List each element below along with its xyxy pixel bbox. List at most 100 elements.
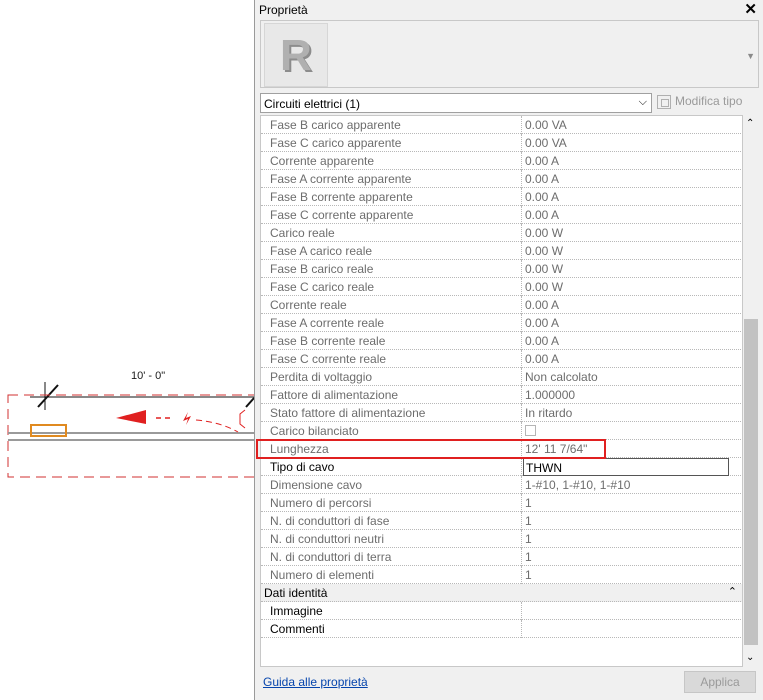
- property-value: 0.00 VA: [525, 136, 567, 150]
- property-name: N. di conduttori neutri: [270, 532, 385, 546]
- chevron-down-icon: ⌵: [638, 96, 647, 108]
- property-name: N. di conduttori di fase: [270, 514, 390, 528]
- property-name: Numero di percorsi: [270, 496, 372, 510]
- svg-text:R: R: [280, 31, 312, 80]
- property-row[interactable]: Immagine: [261, 602, 742, 620]
- property-row[interactable]: Fase A corrente reale 0.00 A: [261, 314, 742, 332]
- property-row[interactable]: Carico bilanciato: [261, 422, 742, 440]
- property-row[interactable]: N. di conduttori di fase 1: [261, 512, 742, 530]
- property-name: Fase B carico apparente: [270, 118, 401, 132]
- close-icon[interactable]: ✕: [744, 0, 757, 18]
- property-row[interactable]: Dimensione cavo 1-#10, 1-#10, 1-#10: [261, 476, 742, 494]
- property-row[interactable]: Fase B carico apparente 0.00 VA: [261, 116, 742, 134]
- category-select[interactable]: Circuiti elettrici (1) ⌵: [260, 93, 652, 113]
- property-value: 1: [525, 550, 532, 564]
- property-name: Fase C corrente apparente: [270, 208, 414, 222]
- property-value: 0.00 A: [525, 190, 560, 204]
- section-title: Dati identità: [264, 586, 328, 600]
- property-name: Fase B corrente apparente: [270, 190, 413, 204]
- properties-grid: Fase B carico apparente 0.00 VA Fase C ca…: [260, 115, 743, 667]
- property-row[interactable]: Fase A carico reale 0.00 W: [261, 242, 742, 260]
- property-name: Corrente reale: [270, 298, 347, 312]
- property-name: Fase B corrente reale: [270, 334, 386, 348]
- property-value: 0.00 A: [525, 172, 560, 186]
- wire-type-field[interactable]: THWN: [523, 458, 729, 476]
- property-row[interactable]: N. di conduttori di terra 1: [261, 548, 742, 566]
- property-value: 0.00 A: [525, 316, 560, 330]
- property-row[interactable]: Numero di elementi 1: [261, 566, 742, 584]
- property-name: Fase B carico reale: [270, 262, 374, 276]
- property-name: Numero di elementi: [270, 568, 375, 582]
- property-value: 1: [525, 514, 532, 528]
- balanced-load-checkbox[interactable]: [525, 425, 536, 436]
- scroll-down-icon[interactable]: ⌄: [746, 652, 754, 663]
- property-row[interactable]: Fase C carico reale 0.00 W: [261, 278, 742, 296]
- property-value: In ritardo: [525, 406, 573, 420]
- property-value: 0.00 W: [525, 244, 564, 258]
- edit-type-label: Modifica tipo: [675, 94, 743, 108]
- property-name: Immagine: [270, 604, 323, 618]
- property-value: 0.00 A: [525, 154, 560, 168]
- property-value: Non calcolato: [525, 370, 598, 384]
- property-row[interactable]: Perdita di voltaggio Non calcolato: [261, 368, 742, 386]
- property-row[interactable]: Fattore di alimentazione 1.000000: [261, 386, 742, 404]
- type-dropdown-icon[interactable]: ▼: [746, 51, 755, 61]
- property-name: Tipo di cavo: [270, 460, 335, 474]
- property-row[interactable]: Fase C corrente apparente 0.00 A: [261, 206, 742, 224]
- collapse-icon[interactable]: ⌃: [728, 585, 737, 598]
- property-name: Fase C carico apparente: [270, 136, 402, 150]
- properties-help-link[interactable]: Guida alle proprietà: [263, 675, 368, 689]
- properties-panel: Proprietà ✕ R R ▼ Circuiti elettrici (1)…: [254, 0, 763, 700]
- property-value: 12' 11 7/64": [525, 442, 588, 456]
- property-value: 0.00 A: [525, 208, 560, 222]
- lightning-icon: [183, 412, 191, 425]
- property-row[interactable]: Fase B corrente reale 0.00 A: [261, 332, 742, 350]
- property-value: 0.00 W: [525, 226, 564, 240]
- property-value: 0.00 A: [525, 334, 560, 348]
- apply-button[interactable]: Applica: [684, 671, 756, 693]
- property-value: 1: [525, 496, 532, 510]
- property-value: 0.00 VA: [525, 118, 567, 132]
- property-row[interactable]: Fase B corrente apparente 0.00 A: [261, 188, 742, 206]
- section-identity[interactable]: Dati identità ⌃: [261, 584, 742, 602]
- property-row[interactable]: Corrente reale 0.00 A: [261, 296, 742, 314]
- type-selector[interactable]: R R ▼: [260, 20, 759, 88]
- device-symbol: [30, 424, 67, 437]
- drawing-canvas[interactable]: 10' - 0": [0, 0, 254, 700]
- property-row-length[interactable]: Lunghezza 12' 11 7/64": [261, 440, 742, 458]
- properties-scrollbar[interactable]: ⌃ ⌄: [743, 115, 759, 667]
- property-row[interactable]: Fase B carico reale 0.00 W: [261, 260, 742, 278]
- property-name: N. di conduttori di terra: [270, 550, 392, 564]
- circuit-arc: [195, 419, 239, 433]
- property-row[interactable]: Fase A corrente apparente 0.00 A: [261, 170, 742, 188]
- revit-logo-icon: R R: [264, 23, 328, 87]
- property-row[interactable]: Carico reale 0.00 W: [261, 224, 742, 242]
- property-name: Fase A corrente reale: [270, 316, 385, 330]
- property-row[interactable]: Fase C carico apparente 0.00 VA: [261, 134, 742, 152]
- property-name: Perdita di voltaggio: [270, 370, 373, 384]
- property-row-wire-type[interactable]: Tipo di cavo THWN: [261, 458, 742, 476]
- scroll-up-icon[interactable]: ⌃: [746, 118, 754, 129]
- property-row[interactable]: Commenti: [261, 620, 742, 638]
- property-value: 0.00 A: [525, 298, 560, 312]
- property-value: 0.00 W: [525, 262, 564, 276]
- property-name: Dimensione cavo: [270, 478, 363, 492]
- home-run-arrow: [116, 410, 146, 424]
- property-row[interactable]: Numero di percorsi 1: [261, 494, 742, 512]
- property-value: 1-#10, 1-#10, 1-#10: [525, 478, 631, 492]
- circuit-drawing: [7, 382, 254, 478]
- property-name: Carico bilanciato: [270, 424, 359, 438]
- scrollbar-thumb[interactable]: [744, 319, 758, 645]
- edit-type-icon: [657, 94, 671, 109]
- property-name: Fattore di alimentazione: [270, 388, 399, 402]
- category-select-value: Circuiti elettrici (1): [264, 97, 361, 111]
- property-row[interactable]: N. di conduttori neutri 1: [261, 530, 742, 548]
- property-name: Carico reale: [270, 226, 335, 240]
- edit-type-button[interactable]: Modifica tipo: [657, 94, 742, 109]
- property-name: Stato fattore di alimentazione: [270, 406, 426, 420]
- property-row[interactable]: Corrente apparente 0.00 A: [261, 152, 742, 170]
- property-row[interactable]: Fase C corrente reale 0.00 A: [261, 350, 742, 368]
- dimension-label: 10' - 0": [131, 370, 166, 382]
- property-row[interactable]: Stato fattore di alimentazione In ritardo: [261, 404, 742, 422]
- property-value: 1: [525, 568, 532, 582]
